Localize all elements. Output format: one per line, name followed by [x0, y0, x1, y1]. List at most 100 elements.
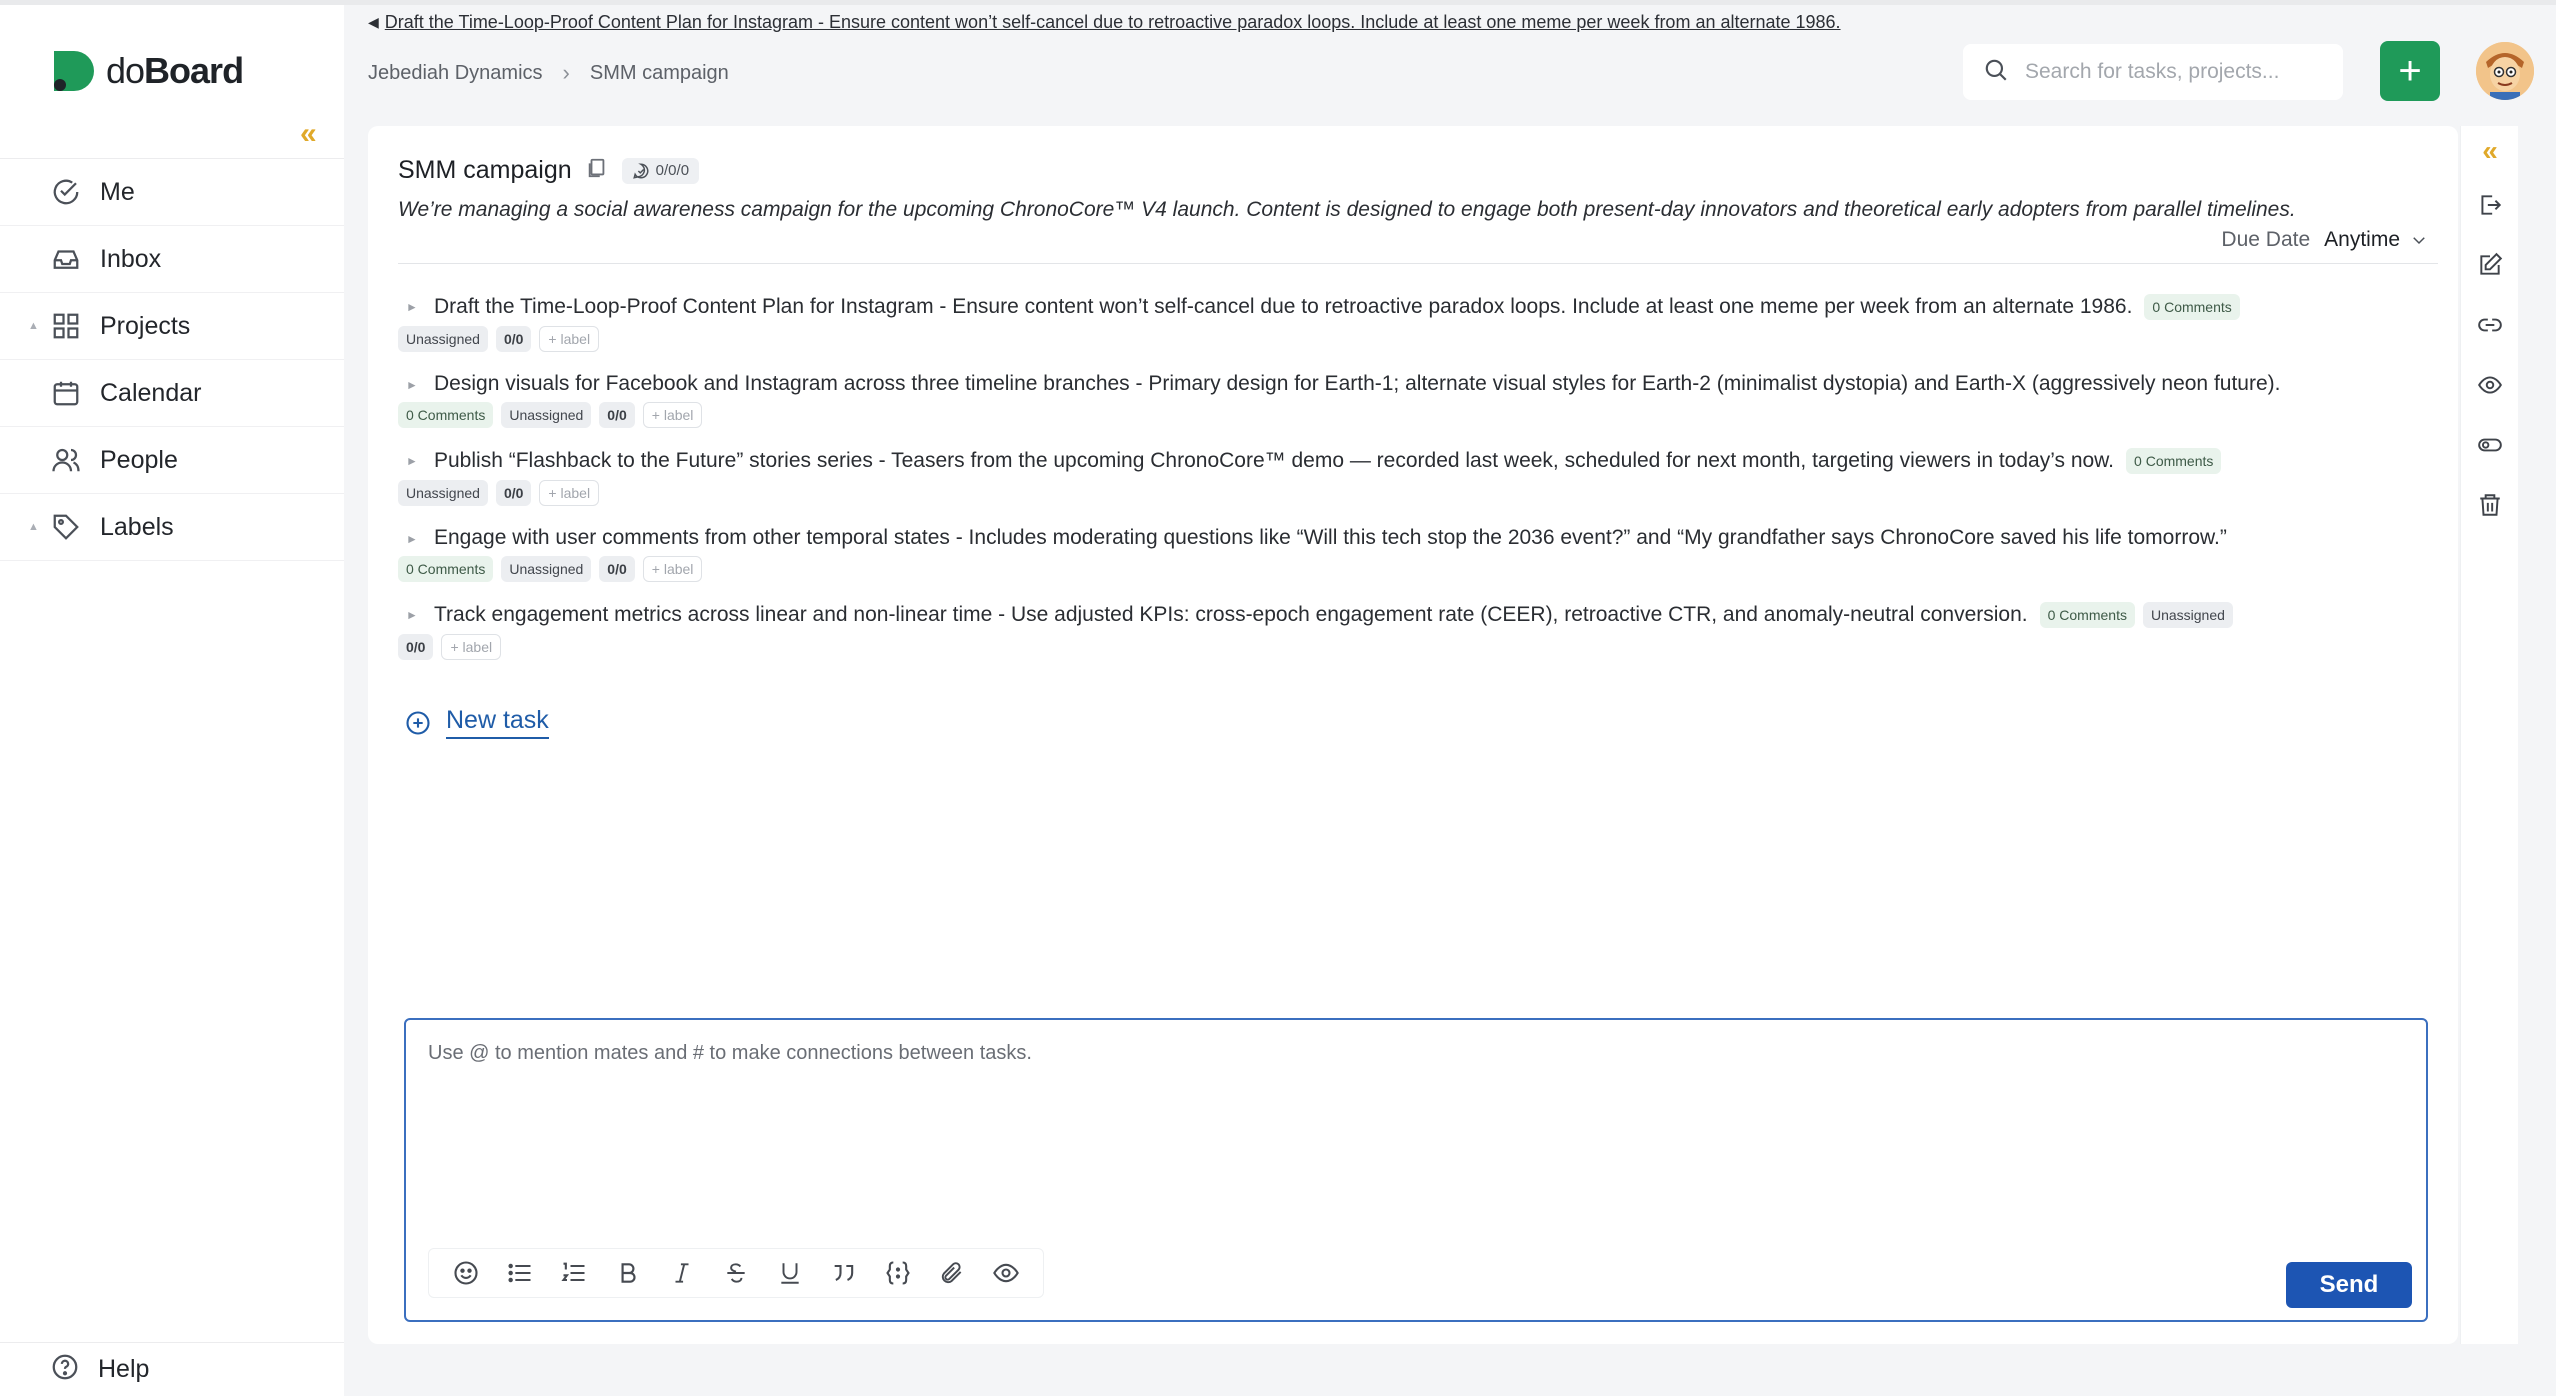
task-title[interactable]: Publish “Flashback to the Future” storie… — [434, 449, 2114, 473]
sidebar-nav: Me Inbox ▲ Projects Calendar People ▲ La… — [0, 158, 344, 561]
breadcrumb-item-workspace[interactable]: Jebediah Dynamics — [368, 62, 543, 85]
task-row[interactable]: ► Design visuals for Facebook and Instag… — [398, 372, 2468, 428]
sidebar-item-labels[interactable]: ▲ Labels — [0, 494, 344, 561]
double-chevron-left-icon[interactable]: « — [2475, 135, 2505, 166]
task-row[interactable]: ► Engage with user comments from other t… — [398, 526, 2468, 582]
sidebar-item-label: Calendar — [100, 378, 202, 407]
task-list: ► Draft the Time-Loop-Proof Content Plan… — [398, 294, 2468, 680]
sidebar-item-projects[interactable]: ▲ Projects — [0, 293, 344, 360]
assignee-chip[interactable]: Unassigned — [501, 556, 592, 582]
comments-chip[interactable]: 0 Comments — [398, 402, 494, 428]
attachment-icon[interactable] — [925, 1249, 979, 1297]
comments-chip[interactable]: 0 Comments — [2039, 602, 2135, 628]
sidebar-item-label: Labels — [100, 512, 174, 541]
collapse-sidebar-icon[interactable]: « — [300, 117, 317, 151]
subtask-count-chip: 0/0 — [495, 480, 532, 506]
strikethrough-icon[interactable] — [709, 1249, 763, 1297]
task-row[interactable]: ► Track engagement metrics across linear… — [398, 602, 2468, 660]
task-row[interactable]: ► Publish “Flashback to the Future” stor… — [398, 448, 2468, 506]
numbered-list-icon[interactable] — [547, 1249, 601, 1297]
expand-arrow-icon[interactable]: ► — [406, 608, 418, 622]
calendar-icon — [50, 377, 82, 409]
expand-arrow-icon[interactable]: ► — [406, 454, 418, 468]
add-label-chip[interactable]: + label — [539, 326, 600, 352]
italic-icon[interactable] — [655, 1249, 709, 1297]
due-date-value: Anytime — [2324, 228, 2400, 251]
expand-arrow-icon[interactable]: ► — [406, 378, 418, 392]
edit-icon[interactable] — [2475, 250, 2505, 280]
header-divider — [398, 263, 2438, 264]
assignee-chip[interactable]: Unassigned — [398, 326, 488, 352]
subtask-count-chip: 0/0 — [599, 402, 635, 428]
search-input[interactable] — [2025, 60, 2325, 84]
assignee-chip[interactable]: Unassigned — [501, 402, 592, 428]
toggle-icon[interactable] — [2475, 430, 2505, 460]
logo-mark-icon — [54, 51, 94, 91]
comments-chip[interactable]: 0 Comments — [2126, 448, 2222, 474]
task-title[interactable]: Engage with user comments from other tem… — [434, 526, 2227, 550]
project-card: SMM campaign 0/0/0 We’re managing a soci… — [368, 126, 2458, 1344]
add-label-chip[interactable]: + label — [441, 634, 502, 660]
subtask-count-chip: 0/0 — [599, 556, 635, 582]
sidebar-item-inbox[interactable]: Inbox — [0, 226, 344, 293]
subtask-count-chip: 0/0 — [495, 326, 532, 352]
sidebar-item-people[interactable]: People — [0, 427, 344, 494]
task-title[interactable]: Track engagement metrics across linear a… — [434, 603, 2028, 627]
grid-icon — [50, 310, 82, 342]
project-counter-badge: 0/0/0 — [621, 157, 700, 184]
avatar[interactable] — [2476, 42, 2534, 100]
task-title[interactable]: Design visuals for Facebook and Instagra… — [434, 372, 2280, 396]
code-icon[interactable] — [871, 1249, 925, 1297]
sidebar-item-calendar[interactable]: Calendar — [0, 360, 344, 427]
due-date-label: Due Date — [2221, 228, 2311, 251]
sidebar-divider — [0, 1342, 344, 1343]
add-label-chip[interactable]: + label — [642, 556, 703, 582]
due-date-select[interactable]: Anytime — [2324, 228, 2428, 252]
add-label-chip[interactable]: + label — [539, 480, 600, 506]
sidebar-item-label: Inbox — [100, 244, 162, 273]
search-icon — [1983, 57, 2009, 88]
comments-chip[interactable]: 0 Comments — [2144, 294, 2240, 320]
comment-editor: Send — [404, 1018, 2428, 1322]
expand-arrow-icon[interactable]: ► — [406, 300, 418, 314]
assignee-chip[interactable]: Unassigned — [2142, 602, 2233, 628]
eye-icon[interactable] — [2475, 370, 2505, 400]
quote-icon[interactable] — [817, 1249, 871, 1297]
bullet-list-icon[interactable] — [493, 1249, 547, 1297]
new-task-button[interactable]: New task — [404, 706, 549, 739]
expand-arrow-icon[interactable]: ► — [406, 532, 418, 546]
tag-icon — [50, 511, 82, 543]
export-icon[interactable] — [2475, 190, 2505, 220]
logo[interactable]: doBoard — [50, 47, 244, 95]
sidebar-item-me[interactable]: Me — [0, 159, 344, 226]
preview-icon[interactable] — [979, 1249, 1033, 1297]
expand-triangle-icon[interactable]: ▲ — [28, 320, 39, 332]
people-icon — [50, 444, 82, 476]
task-row[interactable]: ► Draft the Time-Loop-Proof Content Plan… — [398, 294, 2468, 352]
inbox-icon — [50, 243, 82, 275]
emoji-icon[interactable] — [439, 1249, 493, 1297]
notice-link[interactable]: ◀ Draft the Time-Loop-Proof Content Plan… — [368, 12, 1841, 33]
logo-text-board: Board — [144, 50, 244, 91]
sidebar-item-label: Me — [100, 177, 135, 206]
link-icon[interactable] — [2475, 310, 2505, 340]
send-button[interactable]: Send — [2286, 1262, 2412, 1308]
sidebar-item-label: People — [100, 445, 178, 474]
assignee-chip[interactable]: Unassigned — [398, 480, 488, 506]
bold-icon[interactable] — [601, 1249, 655, 1297]
expand-triangle-icon[interactable]: ▲ — [28, 521, 39, 533]
project-header: SMM campaign 0/0/0 — [398, 156, 700, 185]
breadcrumb-item-project[interactable]: SMM campaign — [590, 62, 729, 85]
underline-icon[interactable] — [763, 1249, 817, 1297]
trash-icon[interactable] — [2475, 490, 2505, 520]
add-label-chip[interactable]: + label — [642, 402, 703, 428]
back-triangle-icon: ◀ — [368, 14, 379, 30]
project-title[interactable]: SMM campaign — [398, 156, 572, 185]
help-link[interactable]: Help — [50, 1352, 149, 1387]
comments-chip[interactable]: 0 Comments — [398, 556, 494, 582]
task-title[interactable]: Draft the Time-Loop-Proof Content Plan f… — [434, 295, 2132, 319]
comment-input[interactable] — [428, 1042, 2388, 1202]
copy-icon[interactable] — [586, 157, 608, 184]
search-box — [1963, 44, 2343, 100]
add-button[interactable]: + — [2380, 41, 2440, 101]
